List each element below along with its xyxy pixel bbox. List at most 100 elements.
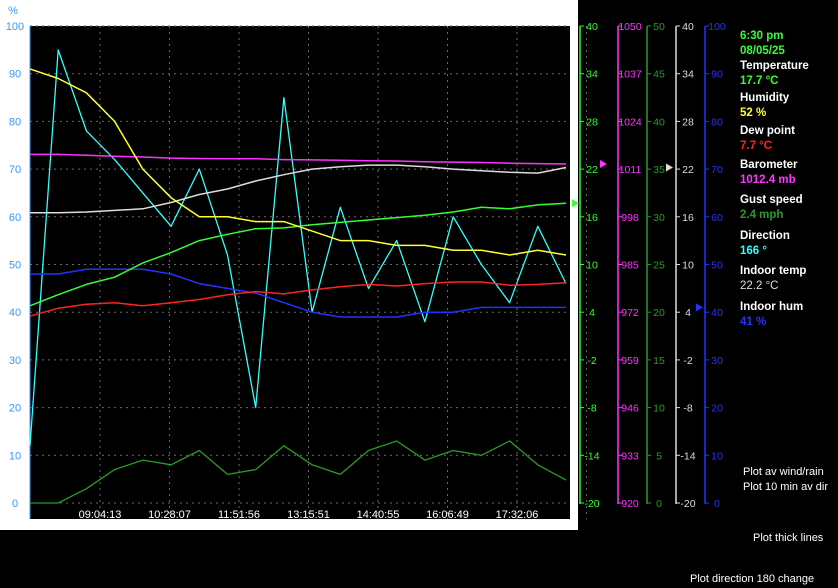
indoor-temp-axis-tick-label: -8 — [683, 403, 692, 415]
percent-axis-tick-label: 30 — [9, 355, 21, 367]
gust-axis-tick-label: 5 — [656, 450, 662, 462]
temperature-axis-tick-label: 34 — [586, 69, 598, 81]
indoor-temp-axis-tick-label: -2 — [683, 355, 692, 367]
indoor-temp-axis-tick-label: 34 — [682, 69, 694, 81]
direction-readout: Direction 166 ° — [740, 229, 790, 259]
gust-axis-tick-label: 40 — [653, 116, 665, 128]
temperature-readout: Temperature 17.7 °C — [740, 59, 809, 89]
plot-direction-option[interactable]: Plot direction 180 change — [690, 573, 814, 585]
plot-area — [30, 26, 570, 519]
percent-axis-tick-label: 60 — [9, 212, 21, 224]
x-tick-label: 16:06:49 — [426, 509, 469, 521]
gust-axis-tick-label: 25 — [653, 260, 665, 272]
indoor-hum-readout: Indoor hum 41 % — [740, 300, 803, 330]
temperature-axis-tick-label: 28 — [586, 116, 598, 128]
indoor-temp-axis-tick-label: -20 — [680, 498, 695, 510]
percent-axis-tick-label: 70 — [9, 164, 21, 176]
barometer-axis-tick-label: 1024 — [618, 116, 642, 128]
indoor-hum-label: Indoor hum — [740, 301, 804, 313]
temperature-axis-tick-label: -2 — [587, 355, 596, 367]
gust-axis-tick-label: 30 — [653, 212, 665, 224]
gust-value: 2.4 mph — [740, 209, 784, 221]
humidity-label: Humidity — [740, 92, 790, 104]
gust-label: Gust speed — [740, 194, 803, 206]
barometer-axis-tick-label: 959 — [621, 355, 639, 367]
temperature-axis-tick-label: 10 — [586, 260, 598, 272]
plot-10min-option[interactable]: Plot 10 min av dir — [743, 481, 828, 493]
indoor-hum-axis-tick-label: 90 — [711, 69, 723, 81]
barometer-readout: Barometer 1012.4 mb — [740, 158, 798, 188]
indoor-temp-axis-tick-label: 40 — [682, 21, 694, 33]
indoor-hum-axis-tick-label: 80 — [711, 116, 723, 128]
gust-readout: Gust speed 2.4 mph — [740, 193, 803, 223]
indoor-temp-axis-tick-label: 28 — [682, 116, 694, 128]
indoor-hum-axis-tick-label: 10 — [711, 450, 723, 462]
percent-axis-unit-label: % — [8, 5, 18, 17]
x-tick-label: 14:40:55 — [357, 509, 400, 521]
indoor-temp-axis-tick-label: 16 — [682, 212, 694, 224]
temperature-axis-tick-label: -14 — [584, 450, 599, 462]
current-value-markers — [572, 159, 703, 312]
marker-indoor-temp — [666, 163, 673, 172]
gust-axis-tick-label: 15 — [653, 355, 665, 367]
barometer-axis-tick-label: 1011 — [619, 164, 642, 176]
temperature-axis-tick-label: -20 — [584, 498, 599, 510]
temperature-axis-tick-label: 40 — [586, 21, 598, 33]
indoor-hum-axis-tick-label: 40 — [711, 307, 723, 319]
gust-axis-tick-label: 0 — [656, 498, 662, 510]
direction-value: 166 ° — [740, 245, 767, 257]
gust-axis-tick-label: 35 — [653, 164, 665, 176]
x-tick-label: 10:28:07 — [148, 509, 191, 521]
barometer-axis-tick-label: 985 — [621, 260, 639, 272]
dewpoint-value: 7.7 °C — [740, 140, 773, 152]
indoor-hum-axis-tick-label: 70 — [711, 164, 723, 176]
percent-axis-tick-label: 100 — [6, 21, 24, 33]
indoor-hum-axis-tick-label: 50 — [711, 260, 723, 272]
barometer-value: 1012.4 mb — [740, 174, 796, 186]
time-readout: 6:30 pm 08/05/25 — [740, 29, 785, 59]
indoor-hum-axis-tick-label: 20 — [711, 403, 723, 415]
indoor-temp-value: 22.2 °C — [740, 280, 779, 292]
temperature-axis-tick-label: -8 — [587, 403, 596, 415]
indoor-hum-axis-tick-label: 0 — [714, 498, 720, 510]
indoor-hum-value: 41 % — [740, 316, 767, 328]
temperature-axis-tick-label: 22 — [586, 164, 598, 176]
percent-axis-tick-label: 50 — [9, 260, 21, 272]
gust-axis-tick-label: 10 — [653, 403, 665, 415]
time-value: 6:30 pm — [740, 30, 784, 42]
plot-thick-option[interactable]: Plot thick lines — [753, 532, 823, 544]
indoor-temp-axis-tick-label: 22 — [682, 164, 694, 176]
marker-barometer — [600, 159, 607, 168]
barometer-label: Barometer — [740, 159, 798, 171]
temperature-value: 17.7 °C — [740, 75, 779, 87]
x-tick-label: 09:04:13 — [79, 509, 122, 521]
temperature-axis-tick-label: 4 — [589, 307, 595, 319]
humidity-readout: Humidity 52 % — [740, 91, 789, 121]
dewpoint-readout: Dew point 7.7 °C — [740, 124, 795, 154]
direction-label: Direction — [740, 230, 790, 242]
gust-axis-tick-label: 50 — [653, 21, 665, 33]
weather-chart: 09:04:13 10:28:07 11:51:56 13:15:51 14:40:55… — [0, 0, 726, 530]
plot-av-wind-option[interactable]: Plot av wind/rain — [743, 466, 824, 478]
percent-axis-tick-label: 80 — [9, 116, 21, 128]
x-tick-label: 13:15:51 — [287, 509, 330, 521]
temperature-axis-tick-label: 16 — [586, 212, 598, 224]
barometer-axis-tick-label: 1037 — [618, 69, 642, 81]
marker-indoor-hum — [696, 303, 703, 312]
barometer-axis-tick-label: 998 — [621, 212, 639, 224]
dewpoint-label: Dew point — [740, 125, 795, 137]
x-tick-label: 17:32:06 — [496, 509, 539, 521]
barometer-axis-tick-label: 946 — [621, 403, 639, 415]
barometer-axis-tick-label: 920 — [621, 498, 639, 510]
barometer-axis-tick-label: 933 — [621, 450, 639, 462]
gust-axis-tick-label: 45 — [653, 69, 665, 81]
humidity-value: 52 % — [740, 107, 767, 119]
percent-axis-tick-label: 0 — [12, 498, 18, 510]
indoor-hum-axis-tick-label: 60 — [711, 212, 723, 224]
percent-axis-tick-label: 90 — [9, 69, 21, 81]
barometer-axis-tick-label: 1050 — [618, 21, 642, 33]
x-tick-label: 11:51:56 — [218, 509, 260, 521]
barometer-axis-tick-label: 972 — [621, 307, 639, 319]
indoor-hum-axis-tick-label: 100 — [708, 21, 726, 33]
indoor-temp-label: Indoor temp — [740, 265, 807, 277]
